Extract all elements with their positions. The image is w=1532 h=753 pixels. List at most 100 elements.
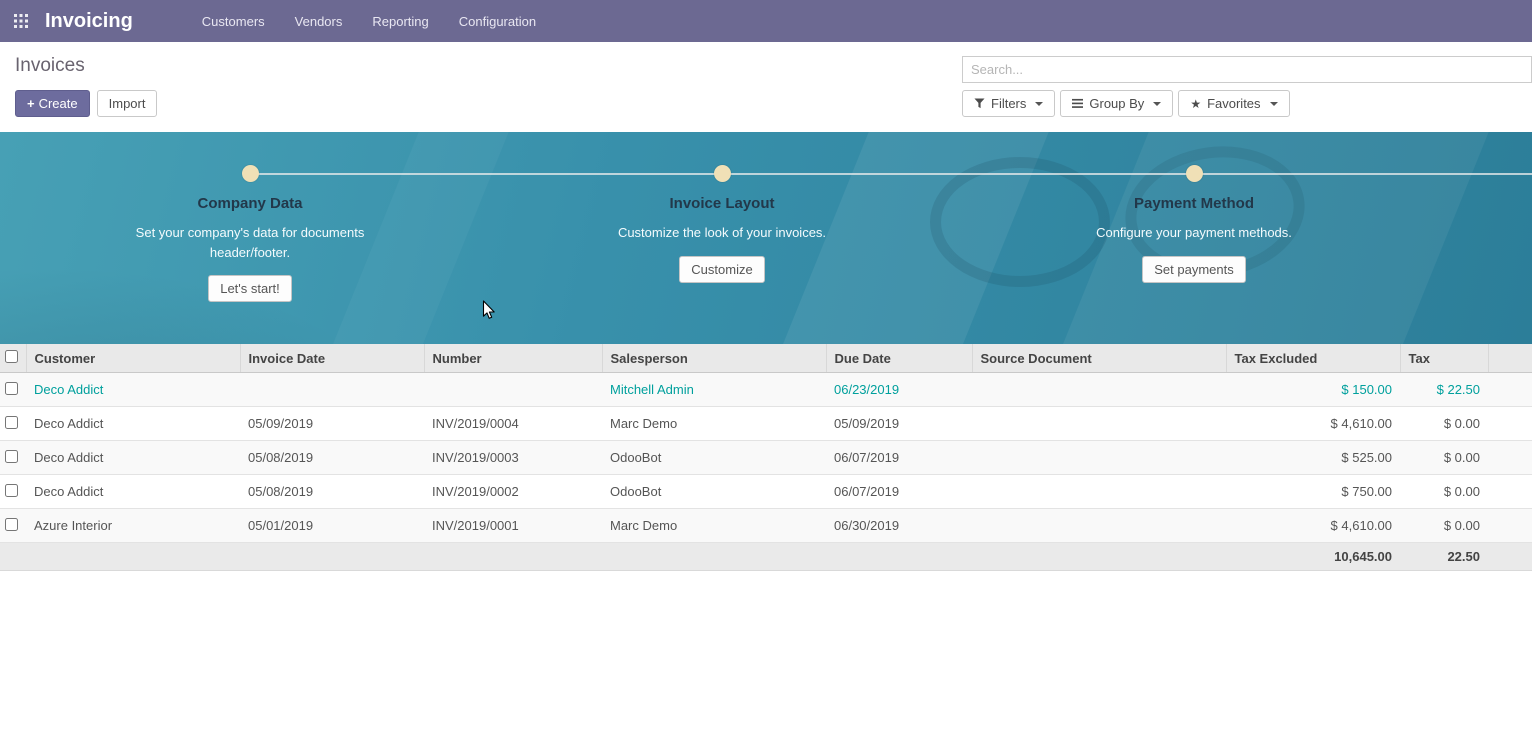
step-action-button[interactable]: Customize (679, 256, 764, 283)
cell-invoice-date: 05/08/2019 (240, 441, 424, 475)
row-checkbox-cell (0, 475, 26, 509)
cell-tax: $ 0.00 (1400, 441, 1488, 475)
cell-salesperson: OdooBot (602, 475, 826, 509)
invoice-list: Customer Invoice Date Number Salesperson… (0, 344, 1532, 571)
row-checkbox-cell (0, 441, 26, 475)
total-tax: 22.50 (1400, 543, 1488, 571)
step-description: Set your company's data for documents he… (133, 223, 368, 262)
cell-number: INV/2019/0002 (424, 475, 602, 509)
cell-tax-excluded: $ 150.00 (1226, 373, 1400, 407)
step-title: Payment Method (1034, 195, 1354, 212)
favorites-button[interactable]: ★ Favorites (1178, 90, 1289, 117)
cell-due-date: 06/30/2019 (826, 509, 972, 543)
cell-source-document (972, 373, 1226, 407)
cell-invoice-date: 05/08/2019 (240, 475, 424, 509)
col-header-salesperson[interactable]: Salesperson (602, 344, 826, 373)
cell-source-document (972, 475, 1226, 509)
progress-line (250, 173, 1532, 175)
col-header-tax-excluded[interactable]: Tax Excluded (1226, 344, 1400, 373)
nav-item-configuration[interactable]: Configuration (444, 0, 551, 43)
spacer-cell (1488, 441, 1532, 475)
col-header-customer[interactable]: Customer (26, 344, 240, 373)
row-checkbox[interactable] (5, 484, 18, 497)
cell-number: INV/2019/0004 (424, 407, 602, 441)
row-checkbox[interactable] (5, 416, 18, 429)
filters-button[interactable]: Filters (962, 90, 1055, 117)
col-header-source-document[interactable]: Source Document (972, 344, 1226, 373)
cell-customer: Azure Interior (26, 509, 240, 543)
spacer-cell (1488, 373, 1532, 407)
cell-due-date: 06/23/2019 (826, 373, 972, 407)
col-header-due-date[interactable]: Due Date (826, 344, 972, 373)
search-input[interactable] (962, 56, 1532, 83)
cell-customer: Deco Addict (26, 373, 240, 407)
create-button[interactable]: +Create (15, 90, 90, 117)
chevron-down-icon (1153, 102, 1161, 106)
nav-item-vendors[interactable]: Vendors (280, 0, 358, 43)
progress-dot (242, 165, 259, 182)
chevron-down-icon (1270, 102, 1278, 106)
onboarding-step: Payment MethodConfigure your payment met… (1034, 195, 1354, 283)
row-checkbox[interactable] (5, 382, 18, 395)
table-row[interactable]: Deco Addict05/08/2019INV/2019/0003OdooBo… (0, 441, 1532, 475)
col-header-number[interactable]: Number (424, 344, 602, 373)
star-icon: ★ (1190, 98, 1201, 110)
page-title: Invoices (15, 55, 85, 77)
cell-salesperson: Marc Demo (602, 407, 826, 441)
cell-source-document (972, 509, 1226, 543)
cell-due-date: 05/09/2019 (826, 407, 972, 441)
cell-tax: $ 0.00 (1400, 475, 1488, 509)
table-row[interactable]: Deco Addict05/09/2019INV/2019/0004Marc D… (0, 407, 1532, 441)
apps-grid-icon[interactable] (9, 14, 33, 28)
cell-tax-excluded: $ 525.00 (1226, 441, 1400, 475)
table-row[interactable]: Deco Addict05/08/2019INV/2019/0002OdooBo… (0, 475, 1532, 509)
table-row[interactable]: Azure Interior05/01/2019INV/2019/0001Mar… (0, 509, 1532, 543)
filter-icon (974, 98, 985, 109)
app-title[interactable]: Invoicing (45, 10, 133, 33)
progress-dot (714, 165, 731, 182)
invoice-table-body: Deco Addict Mitchell Admin06/23/2019 $ 150… (0, 373, 1532, 543)
search-filter-bar: Filters Group By ★ Favorites (962, 90, 1290, 117)
header-checkbox-cell (0, 344, 26, 373)
cell-customer: Deco Addict (26, 475, 240, 509)
step-title: Company Data (90, 195, 410, 212)
cell-invoice-date: 05/09/2019 (240, 407, 424, 441)
top-navbar: Invoicing CustomersVendorsReportingConfi… (0, 0, 1532, 42)
select-all-checkbox[interactable] (5, 350, 18, 363)
import-button[interactable]: Import (97, 90, 158, 117)
cell-number: INV/2019/0001 (424, 509, 602, 543)
group-by-icon (1072, 98, 1083, 109)
plus-icon: + (27, 96, 35, 111)
cell-number: INV/2019/0003 (424, 441, 602, 475)
step-action-button[interactable]: Let's start! (208, 275, 292, 302)
step-action-button[interactable]: Set payments (1142, 256, 1246, 283)
nav-item-reporting[interactable]: Reporting (357, 0, 443, 43)
row-checkbox-cell (0, 407, 26, 441)
cell-tax-excluded: $ 4,610.00 (1226, 407, 1400, 441)
table-row[interactable]: Deco Addict Mitchell Admin06/23/2019 $ 150… (0, 373, 1532, 407)
cell-salesperson: Mitchell Admin (602, 373, 826, 407)
cell-salesperson: OdooBot (602, 441, 826, 475)
cell-number (424, 373, 602, 407)
table-header-row: Customer Invoice Date Number Salesperson… (0, 344, 1532, 373)
col-header-invoice-date[interactable]: Invoice Date (240, 344, 424, 373)
cell-customer: Deco Addict (26, 407, 240, 441)
cell-tax: $ 0.00 (1400, 509, 1488, 543)
row-checkbox[interactable] (5, 450, 18, 463)
group-by-button[interactable]: Group By (1060, 90, 1173, 117)
row-checkbox[interactable] (5, 518, 18, 531)
onboarding-step: Invoice LayoutCustomize the look of your… (562, 195, 882, 283)
cell-salesperson: Marc Demo (602, 509, 826, 543)
control-panel: Invoices +Create Import Filters Group By… (0, 42, 1532, 132)
action-buttons: +Create Import (15, 90, 157, 117)
col-header-tax[interactable]: Tax (1400, 344, 1488, 373)
step-description: Customize the look of your invoices. (605, 223, 840, 243)
spacer-cell (1488, 543, 1532, 571)
spacer-cell (1488, 509, 1532, 543)
cell-source-document (972, 441, 1226, 475)
cell-invoice-date: 05/01/2019 (240, 509, 424, 543)
cell-customer: Deco Addict (26, 441, 240, 475)
nav-item-customers[interactable]: Customers (187, 0, 280, 43)
spacer-cell (1488, 475, 1532, 509)
navbar-menu: CustomersVendorsReportingConfiguration (187, 0, 551, 43)
